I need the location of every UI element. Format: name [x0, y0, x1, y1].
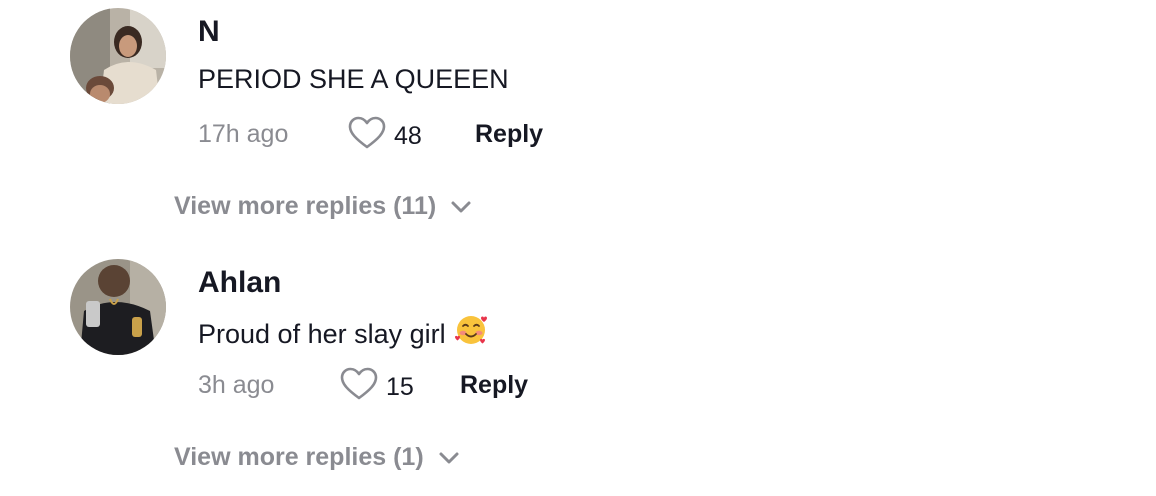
avatar[interactable] [70, 259, 166, 355]
like-count: 48 [394, 121, 422, 150]
comment-text: Proud of her slay girl [198, 313, 488, 355]
like-button[interactable]: 48 [348, 116, 422, 155]
chevron-down-icon [438, 441, 460, 473]
comment-text-body: Proud of her slay girl [198, 319, 446, 349]
reply-button[interactable]: Reply [475, 118, 543, 150]
avatar[interactable] [70, 8, 166, 104]
chevron-down-icon [450, 190, 472, 222]
view-more-label: View more replies (1) [174, 443, 424, 471]
like-button[interactable]: 15 [340, 367, 414, 406]
view-more-label: View more replies (11) [174, 192, 437, 220]
smiling-face-with-hearts-icon [454, 313, 488, 355]
comment-username[interactable]: N [198, 14, 220, 50]
comment-timestamp: 3h ago [198, 371, 275, 399]
comment-text: PERIOD SHE A QUEEEN [198, 64, 509, 94]
view-more-replies-button[interactable]: View more replies (1) [174, 441, 460, 473]
comment-username[interactable]: Ahlan [198, 265, 281, 301]
like-count: 15 [386, 372, 414, 401]
comment-timestamp: 17h ago [198, 120, 289, 148]
heart-outline-icon [340, 367, 378, 406]
heart-outline-icon [348, 116, 386, 155]
reply-button[interactable]: Reply [460, 369, 528, 401]
view-more-replies-button[interactable]: View more replies (11) [174, 190, 472, 222]
